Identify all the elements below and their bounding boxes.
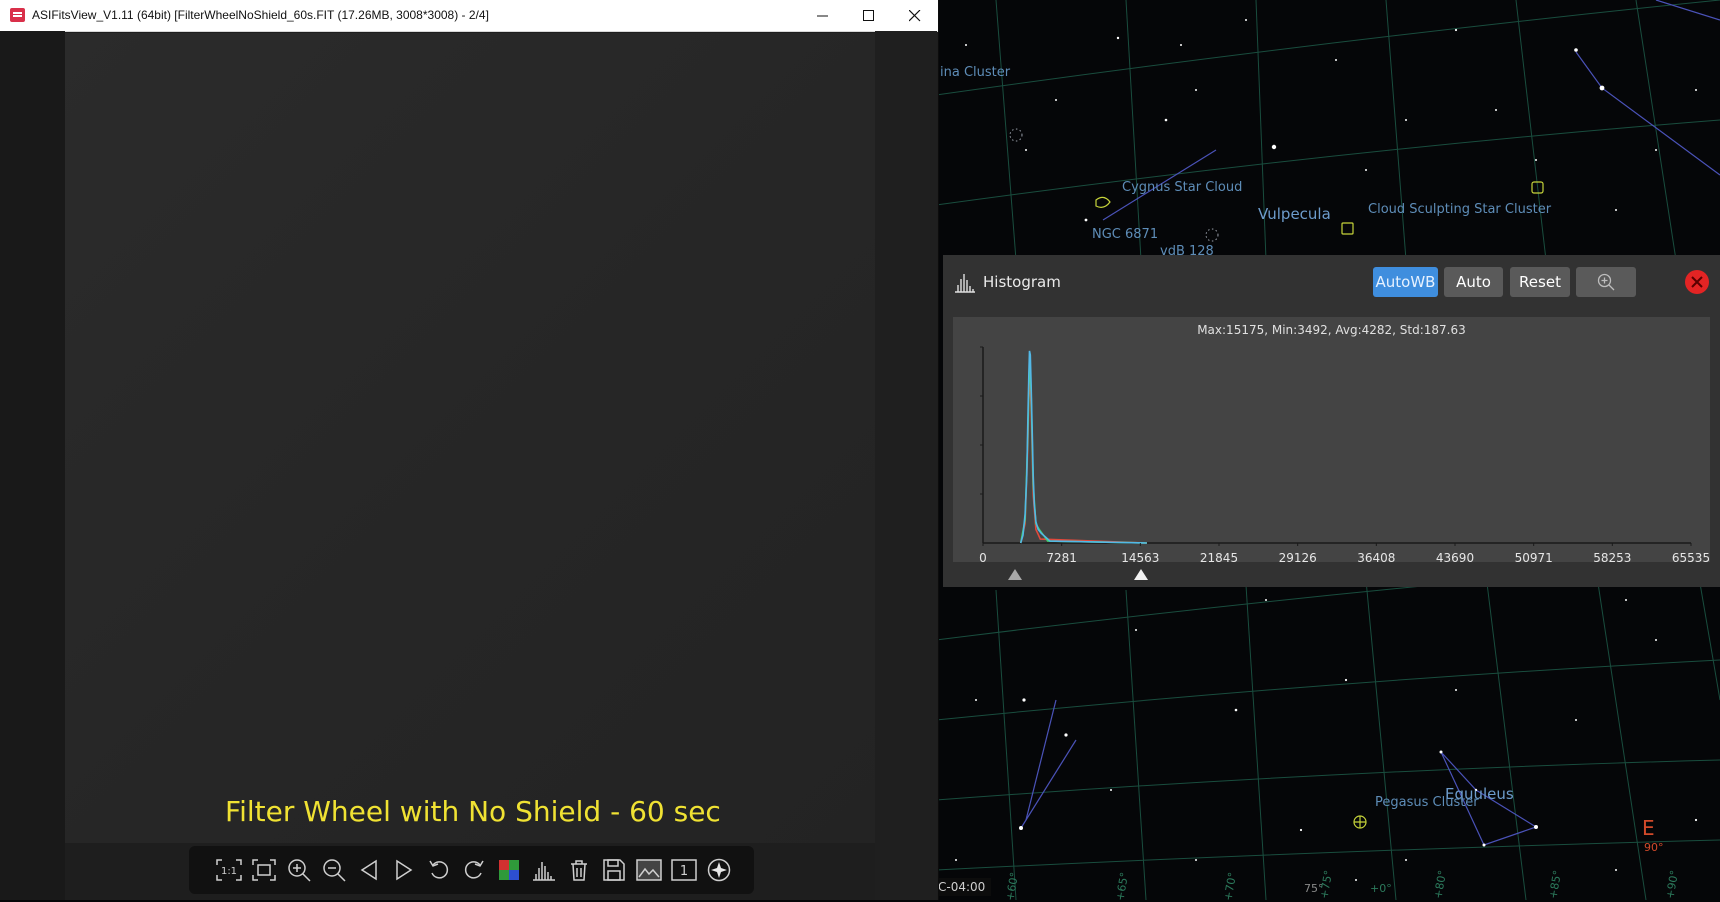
fit-frame-icon (251, 859, 276, 881)
x-tick-label: 7281 (1046, 551, 1077, 565)
histogram-series-line (1019, 358, 1147, 544)
compass-east-label: E (1642, 816, 1655, 840)
black-point-handle[interactable] (1007, 569, 1022, 580)
image-icon (635, 859, 662, 881)
one-to-one-icon: 1:1 (215, 859, 242, 881)
title-bar[interactable]: ASIFitsView_V1.11 (64bit) [FilterWheelNo… (0, 0, 938, 32)
compass-degree-label: 90° (1644, 841, 1664, 854)
rotate-left-button[interactable] (421, 853, 456, 888)
azimuth-mark: +0° (1370, 882, 1392, 895)
histogram-plot: Max:15175, Min:3492, Avg:4282, Std:187.6… (953, 317, 1711, 565)
maximize-icon (863, 9, 874, 21)
close-window-button[interactable] (892, 0, 938, 31)
trash-icon (570, 860, 587, 881)
histogram-chart (980, 346, 1692, 546)
x-tick-label: 43690 (1435, 551, 1475, 565)
sky-label-cygnus: Cygnus Star Cloud (1122, 180, 1243, 195)
histogram-icon (955, 274, 975, 293)
x-tick-label: 65535 (1671, 551, 1711, 565)
fits-image[interactable] (65, 33, 875, 843)
x-tick-label: 14563 (1121, 551, 1160, 565)
star-button[interactable] (701, 853, 736, 888)
rgb-grid-icon (498, 860, 519, 880)
actual-size-label: 1:1 (220, 866, 236, 877)
zoom-in-icon (287, 859, 311, 882)
zoom-in-button[interactable] (281, 853, 316, 888)
close-icon (1691, 276, 1703, 288)
auto-stretch-button[interactable]: Auto (1444, 267, 1503, 297)
zoom-out-icon (322, 859, 346, 882)
x-tick-label: 36408 (1357, 551, 1396, 565)
sky-label-ngc6871: NGC 6871 (1092, 227, 1159, 242)
fits-viewer-window: ASIFitsView_V1.11 (64bit) [FilterWheelNo… (0, 0, 939, 900)
histogram-button[interactable] (526, 853, 561, 888)
sky-label-cluster: ina Cluster (940, 65, 1011, 80)
frame-one-icon: 1 (670, 859, 697, 881)
fit-window-button[interactable] (246, 853, 281, 888)
triangle-left-icon (360, 859, 377, 881)
maximize-button[interactable] (846, 0, 892, 31)
autowb-button[interactable]: AutoWB (1373, 267, 1438, 297)
floppy-icon (602, 859, 625, 881)
sky-label-cloud-sculpting: Cloud Sculpting Star Cluster (1368, 202, 1552, 217)
close-histogram-button[interactable] (1685, 270, 1709, 294)
delete-button[interactable] (561, 853, 596, 888)
stretch-slider[interactable] (953, 566, 1710, 584)
reset-button[interactable]: Reset (1510, 267, 1570, 297)
minimize-icon (817, 15, 828, 16)
histogram-title: Histogram (983, 273, 1061, 291)
sky-label-pegasus: Pegasus Cluster (1375, 795, 1479, 810)
histogram-series-line (1019, 368, 1147, 544)
single-frame-label: 1 (679, 864, 687, 879)
histogram-icon (532, 862, 555, 881)
x-tick-label: 29126 (1278, 551, 1317, 565)
debayer-button[interactable] (491, 853, 526, 888)
histogram-zoom-button[interactable] (1576, 267, 1636, 297)
viewer-left-margin (0, 31, 65, 900)
star-circle-icon (707, 858, 730, 882)
x-tick-label: 58253 (1593, 551, 1632, 565)
minimize-button[interactable] (800, 0, 846, 31)
rotate-ccw-icon (428, 860, 448, 879)
zoom-out-button[interactable] (316, 853, 351, 888)
app-icon (10, 8, 25, 22)
x-tick-label: 21845 (1199, 551, 1239, 565)
x-tick-label: 0 (979, 551, 987, 565)
next-button[interactable] (386, 853, 421, 888)
timezone-label: C-04:00 (936, 878, 992, 896)
triangle-right-icon (395, 859, 412, 881)
actual-size-button[interactable]: 1:1 (211, 853, 246, 888)
sky-label-vulpecula: Vulpecula (1258, 205, 1331, 223)
image-caption: Filter Wheel with No Shield - 60 sec (225, 795, 721, 828)
histogram-series-line (1019, 350, 1147, 544)
zoom-in-icon (1597, 273, 1615, 291)
histogram-panel: Histogram AutoWB Auto Reset Max:15175, M… (943, 255, 1720, 587)
viewer-toolbar: 1:1 1 (189, 846, 754, 894)
white-point-handle[interactable] (1133, 569, 1148, 580)
x-tick-label: 50971 (1514, 551, 1553, 565)
save-button[interactable] (596, 853, 631, 888)
rotate-cw-icon (464, 860, 484, 879)
image-info-button[interactable] (631, 853, 666, 888)
single-frame-button[interactable]: 1 (666, 853, 701, 888)
window-title: ASIFitsView_V1.11 (64bit) [FilterWheelNo… (32, 8, 489, 22)
close-icon (909, 9, 921, 21)
previous-button[interactable] (351, 853, 386, 888)
viewer-right-margin (875, 31, 937, 900)
rotate-right-button[interactable] (456, 853, 491, 888)
